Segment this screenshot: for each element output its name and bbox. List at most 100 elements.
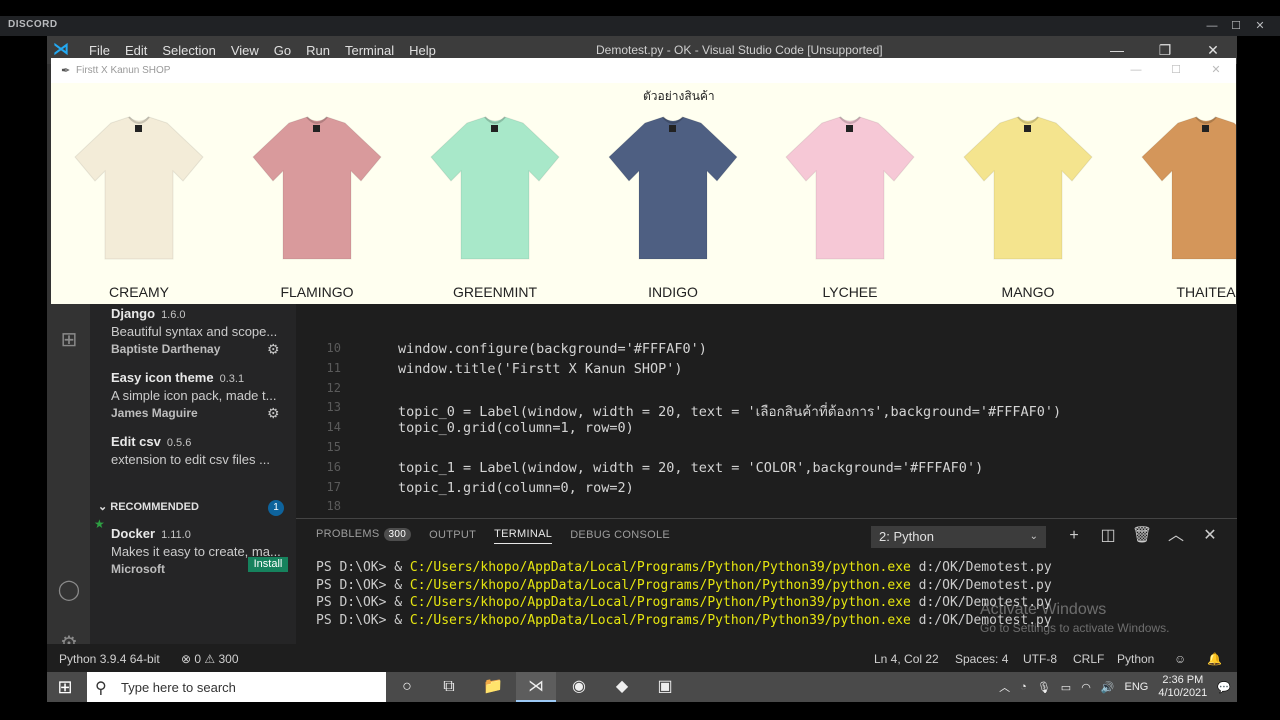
menu-file[interactable]: File xyxy=(89,43,110,58)
tab-output[interactable]: OUTPUT xyxy=(429,529,476,544)
menu-edit[interactable]: Edit xyxy=(125,43,147,58)
star-icon: ★ xyxy=(94,517,105,531)
feedback-icon[interactable]: ☺ xyxy=(1174,652,1186,666)
tab-problems[interactable]: PROBLEMS 300 xyxy=(316,528,412,544)
microphone-icon[interactable]: 🎙 xyxy=(1037,681,1051,694)
extension-author: James Maguire xyxy=(111,406,198,420)
system-tray: ︿ ◔ 🎙 ▭ ◠ 🔊 ENG 2:36 PM 4/10/2021 💬 xyxy=(989,672,1231,702)
shop-maximize-button[interactable]: ☐ xyxy=(1156,58,1196,83)
battery-icon[interactable]: ▭ xyxy=(1061,681,1071,694)
input-language[interactable]: ENG xyxy=(1125,681,1149,693)
windows-taskbar: ⊞ ⚲ Type here to search ○ ⧉ 📁 ⋊ ◉ ◆ ▣ ︿ … xyxy=(47,672,1237,702)
account-icon[interactable]: ◯ xyxy=(55,576,83,604)
panel-actions: + ◫ 🗑 ︿ ✕ xyxy=(1057,525,1227,547)
close-panel-icon[interactable]: ✕ xyxy=(1193,525,1227,547)
discord-close-button[interactable]: ✕ xyxy=(1248,16,1272,36)
tray-chevron-icon[interactable]: ︿ xyxy=(999,679,1010,695)
code-line[interactable]: topic_0 = Label(window, width = 20, text… xyxy=(398,400,1061,422)
code-line[interactable]: topic_1.grid(column=0, row=2) xyxy=(398,480,634,496)
shop-close-button[interactable]: ✕ xyxy=(1196,58,1236,83)
tshirt-image xyxy=(785,116,915,260)
volume-icon[interactable]: 🔊 xyxy=(1101,681,1115,694)
extension-author: Baptiste Darthenay xyxy=(111,342,221,356)
task-view-icon[interactable]: ⧉ xyxy=(429,672,469,702)
split-terminal-icon[interactable]: ◫ xyxy=(1091,525,1125,547)
recommended-count-badge: 1 xyxy=(268,500,284,516)
taskbar-search[interactable]: ⚲ Type here to search xyxy=(87,672,386,702)
maximize-panel-icon[interactable]: ︿ xyxy=(1159,525,1193,547)
extensions-icon[interactable]: ⊞ xyxy=(55,326,83,354)
manage-gear-icon[interactable]: ⚙ xyxy=(267,342,281,356)
notifications-icon[interactable]: 💬 xyxy=(1217,681,1231,694)
notifications-bell-icon[interactable]: 🔔 xyxy=(1207,652,1222,666)
clock[interactable]: 2:36 PM 4/10/2021 xyxy=(1158,674,1207,700)
vscode-taskbar-icon[interactable]: ⋊ xyxy=(516,672,556,702)
product-heading: ตัวอย่างสินค้า xyxy=(643,89,715,103)
indentation[interactable]: Spaces: 4 xyxy=(955,652,1008,666)
menu-view[interactable]: View xyxy=(231,43,259,58)
extension-name: Django xyxy=(111,306,156,321)
window-title: Demotest.py - OK - Visual Studio Code [U… xyxy=(596,43,883,57)
menu-help[interactable]: Help xyxy=(409,43,436,58)
start-windows-icon[interactable]: ⊞ xyxy=(47,672,83,702)
line-ending[interactable]: CRLF xyxy=(1073,652,1104,666)
shop-minimize-button[interactable]: — xyxy=(1116,58,1156,83)
extension-description: Beautiful syntax and scope... xyxy=(111,324,278,339)
terminal-line[interactable]: PS D:\OK> & C:/Users/khopo/AppData/Local… xyxy=(316,560,1052,575)
shirt-mango xyxy=(958,113,1098,273)
file-explorer-icon[interactable]: 📁 xyxy=(473,672,513,702)
language-mode[interactable]: Python xyxy=(1117,652,1154,666)
shirt-indigo xyxy=(603,113,743,273)
vscode-logo-icon: ⋊ xyxy=(53,41,69,58)
extension-item[interactable]: Django 1.6.0 Beautiful syntax and scope..… xyxy=(111,306,291,356)
new-terminal-icon[interactable]: + xyxy=(1057,525,1091,547)
encoding[interactable]: UTF-8 xyxy=(1023,652,1057,666)
shop-app-titlebar: ✒ Firstt X Kanun SHOP — ☐ ✕ xyxy=(51,58,1236,83)
wifi-icon[interactable]: ◠ xyxy=(1081,681,1091,694)
menu-run[interactable]: Run xyxy=(306,43,330,58)
extension-version: 0.3.1 xyxy=(219,373,245,385)
app-taskbar-icon[interactable]: ◆ xyxy=(602,672,642,702)
install-button[interactable]: Install xyxy=(248,557,288,572)
tshirt-image xyxy=(963,116,1093,260)
extension-name: Easy icon theme xyxy=(111,370,214,385)
cortana-icon[interactable]: ○ xyxy=(387,672,427,702)
shop-app-body: ตัวอย่างสินค้า CREAMY FLAMINGO GREENMINT IN… xyxy=(51,83,1236,304)
recommended-label: RECOMMENDED xyxy=(110,501,199,513)
discord-maximize-button[interactable]: ☐ xyxy=(1224,16,1248,36)
menu-go[interactable]: Go xyxy=(274,43,291,58)
cursor-position[interactable]: Ln 4, Col 22 xyxy=(874,652,939,666)
tshirt-image xyxy=(608,116,738,260)
terminal-line[interactable]: PS D:\OK> & C:/Users/khopo/AppData/Local… xyxy=(316,613,1052,628)
code-line[interactable]: window.configure(background='#FFFAF0') xyxy=(398,341,707,357)
tshirt-image xyxy=(1141,116,1236,260)
terminal-line[interactable]: PS D:\OK> & C:/Users/khopo/AppData/Local… xyxy=(316,578,1052,593)
code-line[interactable]: topic_0.grid(column=1, row=0) xyxy=(398,420,634,436)
extension-version: 0.5.6 xyxy=(166,437,192,449)
extension-item[interactable]: Edit csv 0.5.6 extension to edit csv file… xyxy=(111,434,291,467)
tab-terminal[interactable]: TERMINAL xyxy=(494,528,553,544)
python-interpreter[interactable]: Python 3.9.4 64-bit xyxy=(59,652,160,666)
problems-status[interactable]: ⊗ 0 ⚠ 300 xyxy=(181,652,239,666)
discord-taskbar-icon[interactable]: ◉ xyxy=(559,672,599,702)
trash-icon[interactable]: 🗑 xyxy=(1125,525,1159,547)
line-number: 17 xyxy=(326,479,341,494)
extension-item[interactable]: Easy icon theme 0.3.1 A simple icon pack,… xyxy=(111,370,291,420)
recommended-section-header[interactable]: ⌄ RECOMMENDED 1 xyxy=(98,500,288,518)
discord-minimize-button[interactable]: — xyxy=(1200,16,1224,36)
tray-app-icon[interactable]: ◔ xyxy=(1020,681,1027,693)
line-number: 11 xyxy=(326,360,341,375)
tab-debug-console[interactable]: DEBUG CONSOLE xyxy=(570,529,670,544)
code-line[interactable]: topic_1 = Label(window, width = 20, text… xyxy=(398,460,983,476)
terminal-line[interactable]: PS D:\OK> & C:/Users/khopo/AppData/Local… xyxy=(316,595,1052,610)
line-number: 14 xyxy=(326,420,341,435)
extension-description: extension to edit csv files ... xyxy=(111,452,270,467)
terminal-select[interactable]: 2: Python ⌄ xyxy=(871,526,1046,548)
menu-terminal[interactable]: Terminal xyxy=(345,43,394,58)
menu-selection[interactable]: Selection xyxy=(162,43,215,58)
code-line[interactable]: window.title('Firstt X Kanun SHOP') xyxy=(398,361,682,377)
shirt-label: THAITEA xyxy=(1176,284,1236,300)
chevron-down-icon: ⌄ xyxy=(98,501,111,513)
python-taskbar-icon[interactable]: ▣ xyxy=(645,672,685,702)
manage-gear-icon[interactable]: ⚙ xyxy=(267,406,281,420)
